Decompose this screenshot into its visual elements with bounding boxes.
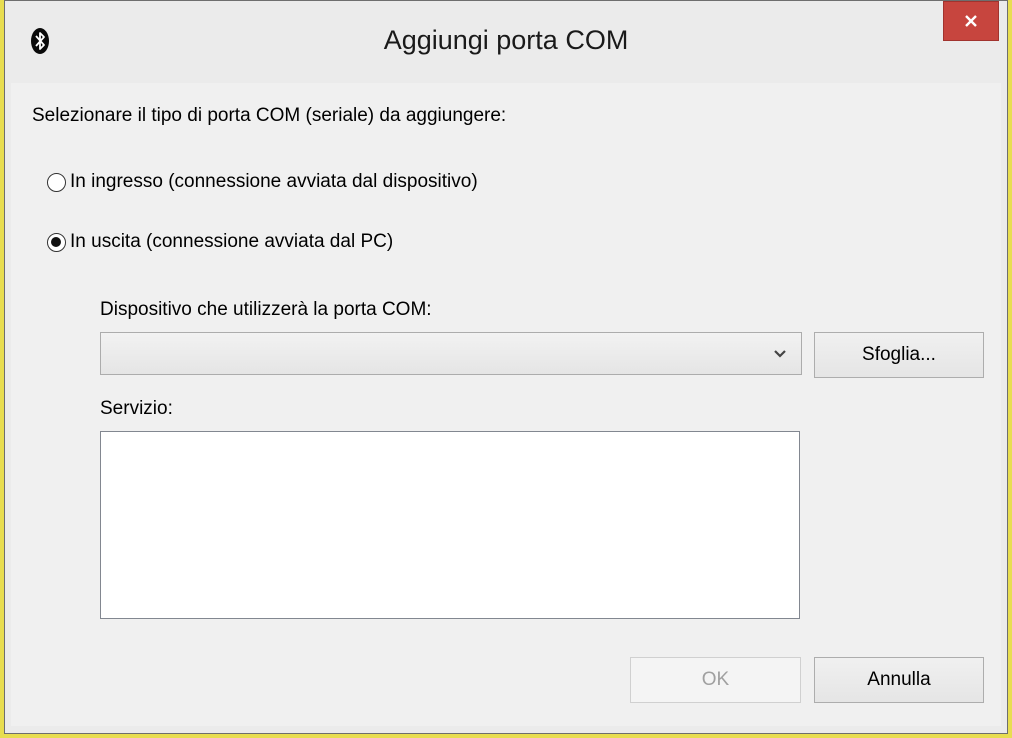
close-icon bbox=[965, 15, 977, 27]
radio-incoming[interactable]: In ingresso (connessione avviata dal dis… bbox=[47, 171, 478, 193]
radio-outgoing-label[interactable]: In uscita (connessione avviata dal PC) bbox=[70, 231, 393, 253]
radio-incoming-label[interactable]: In ingresso (connessione avviata dal dis… bbox=[70, 171, 478, 193]
radio-outgoing-button[interactable] bbox=[47, 232, 66, 252]
service-listbox[interactable] bbox=[100, 431, 800, 619]
ok-button[interactable]: OK bbox=[630, 657, 801, 703]
title-bar[interactable]: Aggiungi porta COM bbox=[5, 1, 1007, 83]
dialog-window: Aggiungi porta COM Selezionare il tipo d… bbox=[4, 0, 1008, 734]
browse-button[interactable]: Sfoglia... bbox=[814, 332, 984, 378]
device-label: Dispositivo che utilizzerà la porta COM: bbox=[100, 299, 432, 320]
dialog-body: Selezionare il tipo di porta COM (serial… bbox=[11, 83, 1001, 726]
window-title: Aggiungi porta COM bbox=[383, 25, 629, 55]
chevron-down-icon[interactable] bbox=[771, 345, 789, 363]
instruction-text: Selezionare il tipo di porta COM (serial… bbox=[32, 105, 507, 126]
close-button[interactable] bbox=[943, 1, 999, 41]
radio-outgoing[interactable]: In uscita (connessione avviata dal PC) bbox=[47, 231, 393, 253]
service-label: Servizio: bbox=[100, 398, 173, 419]
cancel-button[interactable]: Annulla bbox=[814, 657, 984, 703]
window-frame: Aggiungi porta COM Selezionare il tipo d… bbox=[0, 0, 1012, 738]
radio-incoming-button[interactable] bbox=[47, 172, 66, 192]
device-combobox[interactable] bbox=[100, 332, 802, 375]
